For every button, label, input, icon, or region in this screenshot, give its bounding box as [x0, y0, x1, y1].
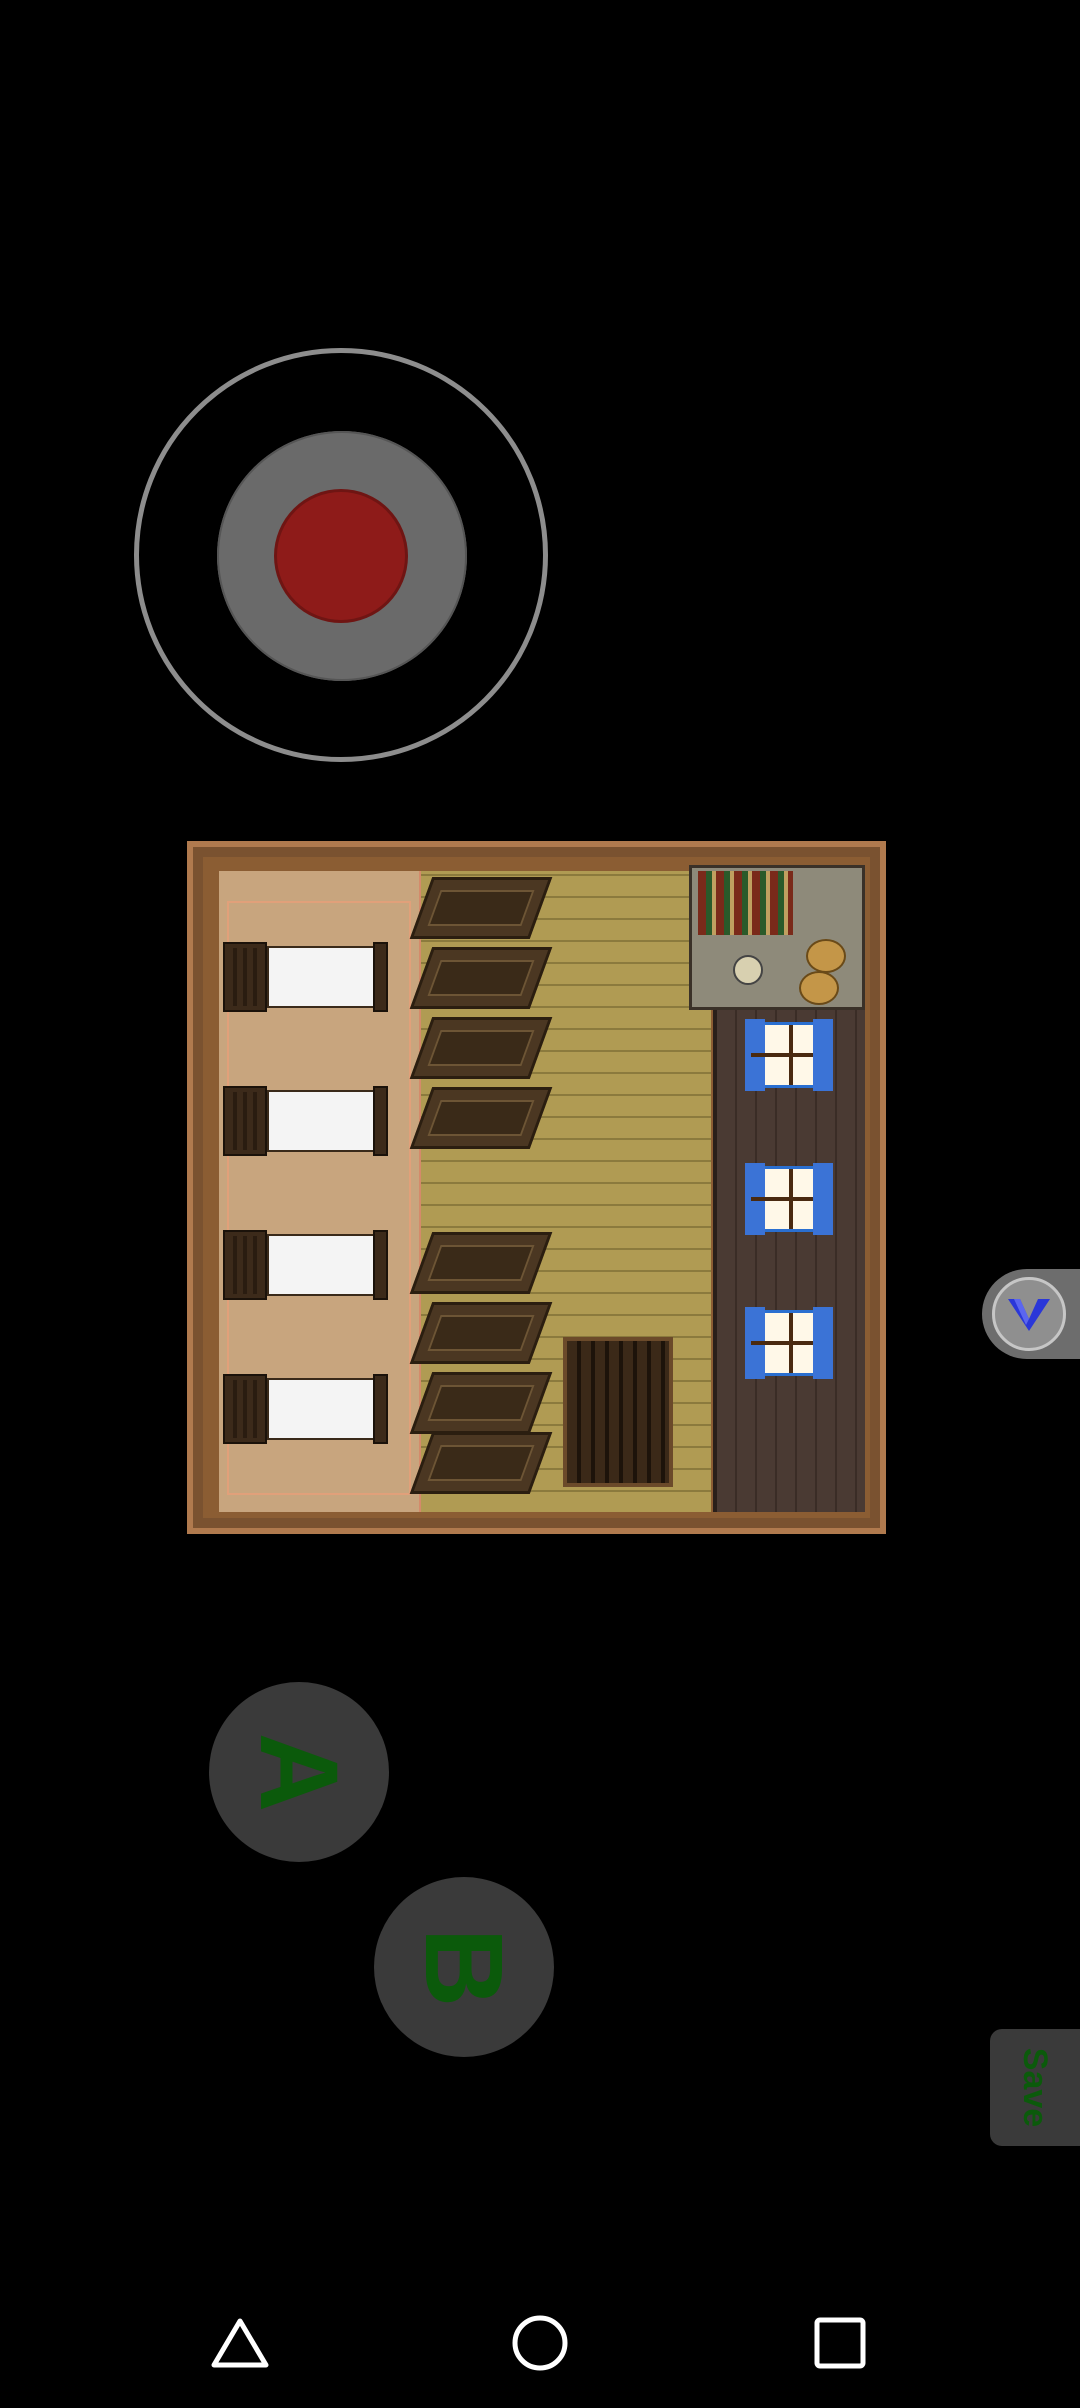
circle-home-icon[interactable]	[505, 2308, 575, 2378]
bed-foot	[373, 1374, 388, 1444]
shelf	[409, 877, 553, 939]
bed-head	[223, 1230, 267, 1300]
window	[745, 1307, 833, 1379]
b-button-label: B	[402, 1927, 526, 2007]
bed-head	[223, 1086, 267, 1156]
window-frame	[751, 1341, 827, 1345]
square-recents-icon[interactable]	[805, 2308, 875, 2378]
shelf	[409, 1432, 553, 1494]
window-frame	[751, 1197, 827, 1201]
a-button-label: A	[237, 1732, 361, 1812]
save-button-label: Save	[1016, 2047, 1055, 2128]
sack-icon	[806, 939, 846, 973]
bed-mattress	[267, 946, 377, 1008]
v-logo-icon	[992, 1277, 1066, 1351]
bed-head	[223, 1374, 267, 1444]
window-frame	[751, 1053, 827, 1057]
bed-mattress	[267, 1234, 377, 1296]
shelf	[409, 1017, 553, 1079]
recents-svg	[814, 2317, 866, 2369]
shelf	[409, 1087, 553, 1149]
v-logo-svg	[1008, 1299, 1050, 1331]
joystick-knob[interactable]	[277, 492, 405, 620]
lamp-icon	[733, 955, 763, 985]
floating-overlay-button[interactable]	[982, 1269, 1080, 1359]
bookshelf	[698, 871, 793, 935]
bed-foot	[373, 1086, 388, 1156]
shelf	[409, 1302, 553, 1364]
bed	[223, 942, 388, 1012]
a-button[interactable]: A	[209, 1682, 389, 1862]
window	[745, 1019, 833, 1091]
window	[745, 1163, 833, 1235]
bed	[223, 1374, 388, 1444]
sack-icon	[799, 971, 839, 1005]
game-map-view[interactable]	[187, 841, 886, 1534]
bed	[223, 1086, 388, 1156]
back-svg	[211, 2318, 269, 2368]
b-button[interactable]: B	[374, 1877, 554, 2057]
bed-foot	[373, 1230, 388, 1300]
bed-head	[223, 942, 267, 1012]
shelf	[409, 1232, 553, 1294]
bed	[223, 1230, 388, 1300]
save-button[interactable]: Save	[990, 2029, 1080, 2146]
bed-foot	[373, 942, 388, 1012]
triangle-back-icon[interactable]	[205, 2308, 275, 2378]
staircase	[563, 1337, 673, 1487]
shelf	[409, 947, 553, 1009]
shelf	[409, 1372, 553, 1434]
system-nav-bar	[0, 2278, 1080, 2408]
home-svg	[512, 2315, 568, 2371]
bed-mattress	[267, 1090, 377, 1152]
bed-mattress	[267, 1378, 377, 1440]
